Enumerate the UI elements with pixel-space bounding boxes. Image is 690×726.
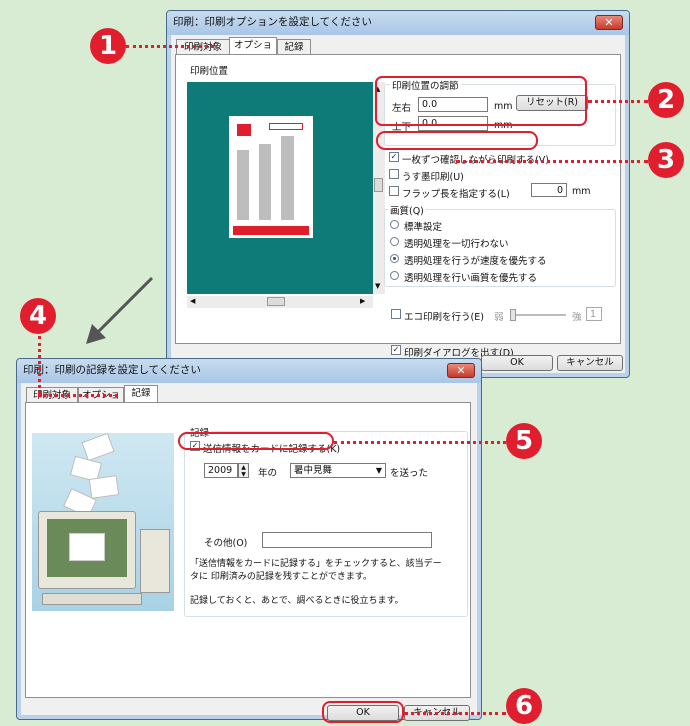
- scroll-thumb[interactable]: [374, 178, 383, 192]
- year-input[interactable]: 2009: [204, 463, 238, 478]
- callout-6: 6: [506, 688, 542, 724]
- quality-speed-radio[interactable]: [390, 254, 399, 263]
- other-input[interactable]: [262, 532, 432, 548]
- hscroll-thumb[interactable]: [267, 297, 285, 306]
- illust-keyboard: [42, 593, 142, 605]
- highlight-record-ok: [322, 701, 404, 723]
- light-ink-checkbox[interactable]: [389, 169, 399, 179]
- quality-group-label: 画質(Q): [388, 203, 426, 217]
- leader-3: [456, 160, 648, 163]
- tab-record[interactable]: 記録: [277, 39, 311, 55]
- eco-weak-label: 弱: [494, 312, 504, 323]
- eco-level-input[interactable]: 1: [586, 307, 602, 321]
- record-group: [184, 431, 468, 617]
- leader-6: [404, 712, 506, 715]
- quality-best-label: 透明処理を行い画質を優先する: [404, 273, 538, 284]
- illust-card-3: [88, 475, 120, 499]
- print-options-window: 印刷：印刷オプションを設定してください ✕ 印刷対象 オプション 記録 印刷位置: [166, 10, 630, 378]
- scroll-down-arrow-icon[interactable]: ▼: [375, 282, 380, 290]
- tab-options[interactable]: オプション: [229, 37, 277, 66]
- highlight-record-checkbox: [178, 432, 334, 450]
- print-options-ok-button[interactable]: OK: [481, 355, 553, 371]
- card-type-select[interactable]: 暑中見舞 ▼: [290, 463, 386, 478]
- illust-tower: [140, 529, 170, 593]
- leader-2: [588, 100, 648, 103]
- highlight-confirm-each: [376, 131, 538, 150]
- show-dialog-checkbox[interactable]: ✓: [391, 345, 401, 355]
- eco-strong-label: 強: [572, 312, 582, 323]
- callout-3: 3: [648, 142, 684, 178]
- preview-card: [229, 116, 313, 238]
- print-position-label: 印刷位置: [190, 66, 229, 77]
- record-tab-record[interactable]: 記録: [124, 385, 158, 403]
- preview-text-bar-3: [281, 136, 294, 220]
- year-spinner[interactable]: ▲ ▼: [238, 463, 249, 478]
- eco-checkbox[interactable]: [391, 309, 401, 319]
- preview-footer-block: [233, 226, 309, 235]
- callout-4: 4: [20, 298, 56, 334]
- chevron-down-icon[interactable]: ▼: [376, 464, 382, 477]
- illust-card-1: [81, 432, 115, 462]
- eco-slider-thumb[interactable]: [510, 309, 516, 321]
- illust-monitor-screen: [47, 519, 127, 577]
- callout-2: 2: [648, 82, 684, 118]
- quality-speed-label: 透明処理を行うが速度を優先する: [404, 256, 547, 267]
- flap-length-input[interactable]: 0: [531, 183, 567, 197]
- callout-5: 5: [506, 423, 542, 459]
- leader-4: [38, 336, 41, 394]
- quality-standard-label: 標準設定: [404, 222, 443, 233]
- confirm-each-label: 一枚ずつ確認しながら印刷する(V): [402, 155, 549, 166]
- print-options-cancel-button[interactable]: キャンセル: [557, 355, 623, 371]
- print-options-titlebar[interactable]: 印刷：印刷オプションを設定してください ✕: [167, 11, 629, 35]
- flap-label: フラップ長を指定する(L): [402, 189, 510, 200]
- quality-no-transparency-radio[interactable]: [390, 237, 399, 246]
- help-text-2: 記録しておくと、あとで、調べるときに役立ちます。: [190, 596, 404, 606]
- scroll-right-arrow-icon[interactable]: ▶: [360, 297, 365, 305]
- callout-1: 1: [90, 28, 126, 64]
- highlight-adjust-group: [375, 76, 587, 126]
- card-type-value: 暑中見舞: [294, 465, 333, 476]
- transition-arrow-icon: [86, 276, 154, 344]
- eco-label: エコ印刷を行う(E): [404, 312, 484, 323]
- quality-best-radio[interactable]: [390, 271, 399, 280]
- quality-no-transparency-label: 透明処理を一切行わない: [404, 239, 509, 250]
- record-title: 印刷：印刷の記録を設定してください: [23, 364, 201, 376]
- computer-cards-illustration: [32, 432, 174, 611]
- preview-horizontal-scrollbar[interactable]: ◀ ▶: [187, 296, 373, 308]
- preview-stamp-block: [237, 124, 251, 136]
- record-window: 印刷：印刷の記録を設定してください ✕ 印刷対象 オプション 記録: [16, 358, 482, 721]
- help-text-1: 「送信情報をカードに記録する」をチェックすると、該当データに 印刷済みの記録を残…: [190, 559, 442, 582]
- eco-slider[interactable]: [510, 309, 566, 321]
- preview-text-bar-2: [259, 144, 271, 220]
- preview-text-bar-1: [237, 150, 249, 220]
- flap-unit: mm: [572, 186, 591, 197]
- preview-address-box: [269, 123, 303, 130]
- scroll-left-arrow-icon[interactable]: ◀: [190, 297, 195, 305]
- confirm-each-checkbox[interactable]: ✓: [389, 152, 399, 162]
- illust-monitor: [38, 511, 136, 589]
- leader-1: [126, 45, 214, 48]
- flap-checkbox[interactable]: [389, 186, 399, 196]
- record-titlebar[interactable]: 印刷：印刷の記録を設定してください ✕: [17, 359, 481, 383]
- leader-4h: [38, 394, 118, 397]
- light-ink-label: うす墨印刷(U): [402, 172, 464, 183]
- print-options-title: 印刷：印刷オプションを設定してください: [173, 16, 372, 28]
- print-options-close-icon[interactable]: ✕: [595, 15, 623, 30]
- quality-standard-radio[interactable]: [390, 220, 399, 229]
- leader-5: [334, 441, 506, 444]
- record-close-icon[interactable]: ✕: [447, 363, 475, 378]
- sent-label: を送った: [390, 468, 429, 479]
- illust-card-stack: [69, 533, 105, 561]
- print-preview: [187, 82, 373, 294]
- year-suffix: 年の: [258, 468, 278, 479]
- other-label: その他(O): [204, 538, 248, 549]
